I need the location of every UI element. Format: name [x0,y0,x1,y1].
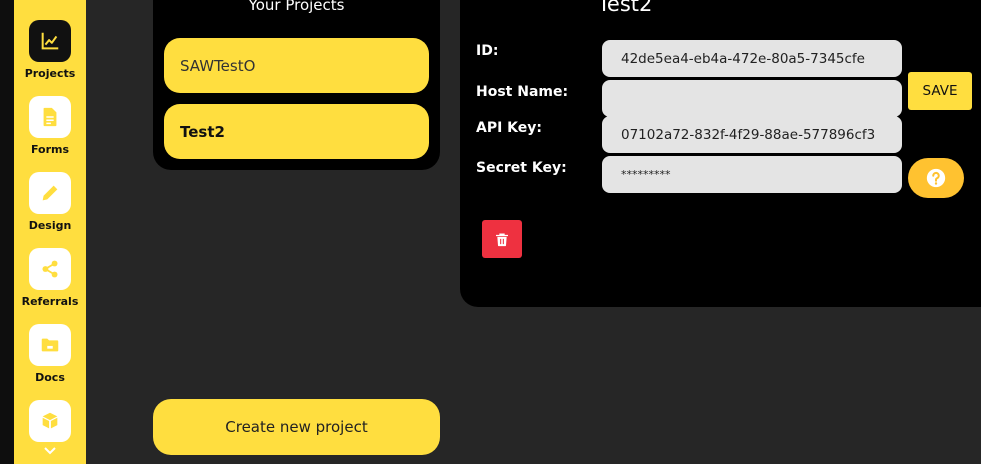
sidebar-item-label: Design [28,219,72,232]
sidebar-item-forms[interactable]: Forms [14,96,86,156]
host-name-label: Host Name: [476,84,569,100]
id-label: ID: [476,43,499,59]
folder-icon [29,324,71,366]
box-icon [29,400,71,442]
sidebar-item-docs[interactable]: Docs [14,324,86,384]
delete-project-button[interactable] [482,220,522,258]
sidebar-item-label: Forms [30,143,70,156]
sidebar-item-projects[interactable]: Projects [14,20,86,80]
secret-key-label: Secret Key: [476,160,567,176]
project-detail-panel: Test2 ID: 42de5ea4-eb4a-472e-80a5-7345cf… [460,0,981,307]
question-circle-icon [926,168,946,188]
sidebar-item-design[interactable]: Design [14,172,86,232]
projects-panel: Your Projects SAWTestO Test2 [153,0,440,170]
share-icon [29,248,71,290]
project-item-test2[interactable]: Test2 [164,104,429,159]
left-edge-strip [0,0,14,464]
sidebar-item-referrals[interactable]: Referrals [14,248,86,308]
api-key-label: API Key: [476,120,543,136]
host-name-field[interactable] [602,80,902,117]
document-icon [29,96,71,138]
chart-line-icon [29,20,71,62]
project-item-sawtesto[interactable]: SAWTestO [164,38,429,93]
help-button[interactable] [908,158,964,198]
sidebar: Projects Forms Design Referrals Docs [14,0,86,464]
sidebar-item-label: Docs [35,371,65,384]
chevron-down-icon[interactable] [42,443,58,457]
trash-icon [496,233,508,246]
secret-key-field[interactable]: ********* [602,156,902,193]
project-title: Test2 [597,0,653,16]
api-key-field[interactable]: 07102a72-832f-4f29-88ae-577896cf3 [602,116,902,153]
sidebar-item-more[interactable] [14,400,86,442]
save-button[interactable]: SAVE [908,72,972,110]
pencil-icon [29,172,71,214]
id-field[interactable]: 42de5ea4-eb4a-472e-80a5-7345cfe [602,40,902,77]
create-project-button[interactable]: Create new project [153,399,440,455]
sidebar-item-label: Projects [24,67,76,80]
sidebar-item-label: Referrals [21,295,79,308]
